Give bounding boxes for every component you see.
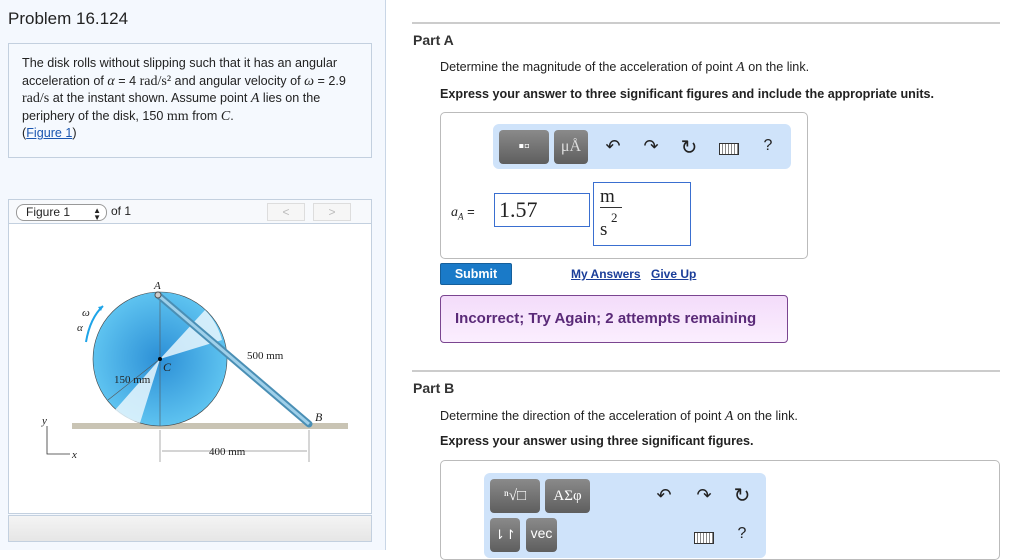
part-b-toolbar: ⁿ√□ ΑΣφ ⇂↾ vec ↶ ↷ ↻ ? xyxy=(484,473,766,558)
part-b-question: Determine the direction of the accelerat… xyxy=(440,409,798,425)
templates-button[interactable]: ⁿ√□ xyxy=(490,479,540,513)
greek-button[interactable]: ΑΣφ xyxy=(545,479,590,513)
divider xyxy=(412,370,1000,372)
unit-denominator: s xyxy=(600,219,608,240)
reset-icon[interactable]: ↻ xyxy=(679,135,699,160)
axis-x-label: x xyxy=(71,449,77,461)
unit-numerator: m xyxy=(600,187,622,208)
units-button[interactable]: μÅ xyxy=(554,130,588,164)
text: Determine the direction of the accelerat… xyxy=(440,409,725,423)
feedback-message: Incorrect; Try Again; 2 attempts remaini… xyxy=(440,295,788,343)
help-icon[interactable]: ? xyxy=(758,137,778,155)
unit-exponent: 2 xyxy=(611,210,618,225)
vec-button[interactable]: vec xyxy=(526,518,557,552)
axes-icon xyxy=(46,426,70,455)
figure-diagram: A B C ω α 500 mm 150 mm 400 mm y x xyxy=(41,280,348,462)
point-label: A xyxy=(736,60,745,75)
submit-button[interactable]: Submit xyxy=(440,263,512,285)
part-a-toolbar: ▪▫ μÅ ↶ ↷ ↻ ? xyxy=(493,124,791,169)
divider xyxy=(412,22,1000,24)
part-b-instruction: Express your answer using three signific… xyxy=(440,434,754,448)
label-C: C xyxy=(163,360,172,374)
var: a xyxy=(451,205,458,220)
keyboard-icon[interactable] xyxy=(694,532,714,544)
label-A: A xyxy=(153,280,161,292)
help-icon[interactable]: ? xyxy=(734,525,750,543)
redo-icon[interactable]: ↷ xyxy=(694,485,714,506)
text: Determine the magnitude of the accelerat… xyxy=(440,60,737,74)
answer-value-input[interactable]: 1.57 xyxy=(494,193,590,227)
axis-y-label: y xyxy=(41,415,47,427)
variable-label: aA = xyxy=(451,204,475,222)
part-b-heading[interactable]: Part B xyxy=(413,380,454,396)
redo-icon[interactable]: ↷ xyxy=(641,136,661,157)
undo-icon[interactable]: ↶ xyxy=(603,136,623,157)
keyboard-icon[interactable] xyxy=(719,143,739,155)
answer-unit-input[interactable]: m s 2 xyxy=(593,182,691,246)
omega-label: ω xyxy=(82,307,90,319)
undo-icon[interactable]: ↶ xyxy=(654,485,674,506)
my-answers-link[interactable]: My Answers xyxy=(571,267,641,281)
dim-500-label: 500 mm xyxy=(247,350,284,362)
reset-icon[interactable]: ↻ xyxy=(732,483,752,508)
alpha-label: α xyxy=(77,322,83,334)
problem-panel: Problem 16.124 The disk rolls without sl… xyxy=(0,0,386,550)
give-up-link[interactable]: Give Up xyxy=(651,267,696,281)
label-B: B xyxy=(315,410,323,424)
templates-button[interactable]: ▪▫ xyxy=(499,130,549,164)
part-a-question: Determine the magnitude of the accelerat… xyxy=(440,60,809,76)
part-a-instruction: Express your answer to three significant… xyxy=(440,87,935,101)
text: on the link. xyxy=(744,60,810,74)
center-C xyxy=(158,357,162,361)
arrows-button[interactable]: ⇂↾ xyxy=(490,518,520,552)
figure-footer xyxy=(8,515,372,542)
pin-A xyxy=(154,291,162,299)
equals: = xyxy=(463,204,475,219)
part-a-heading[interactable]: Part A xyxy=(413,32,454,48)
text: on the link. xyxy=(733,409,798,423)
dim-150-label: 150 mm xyxy=(114,374,151,386)
dim-400-label: 400 mm xyxy=(209,446,246,458)
